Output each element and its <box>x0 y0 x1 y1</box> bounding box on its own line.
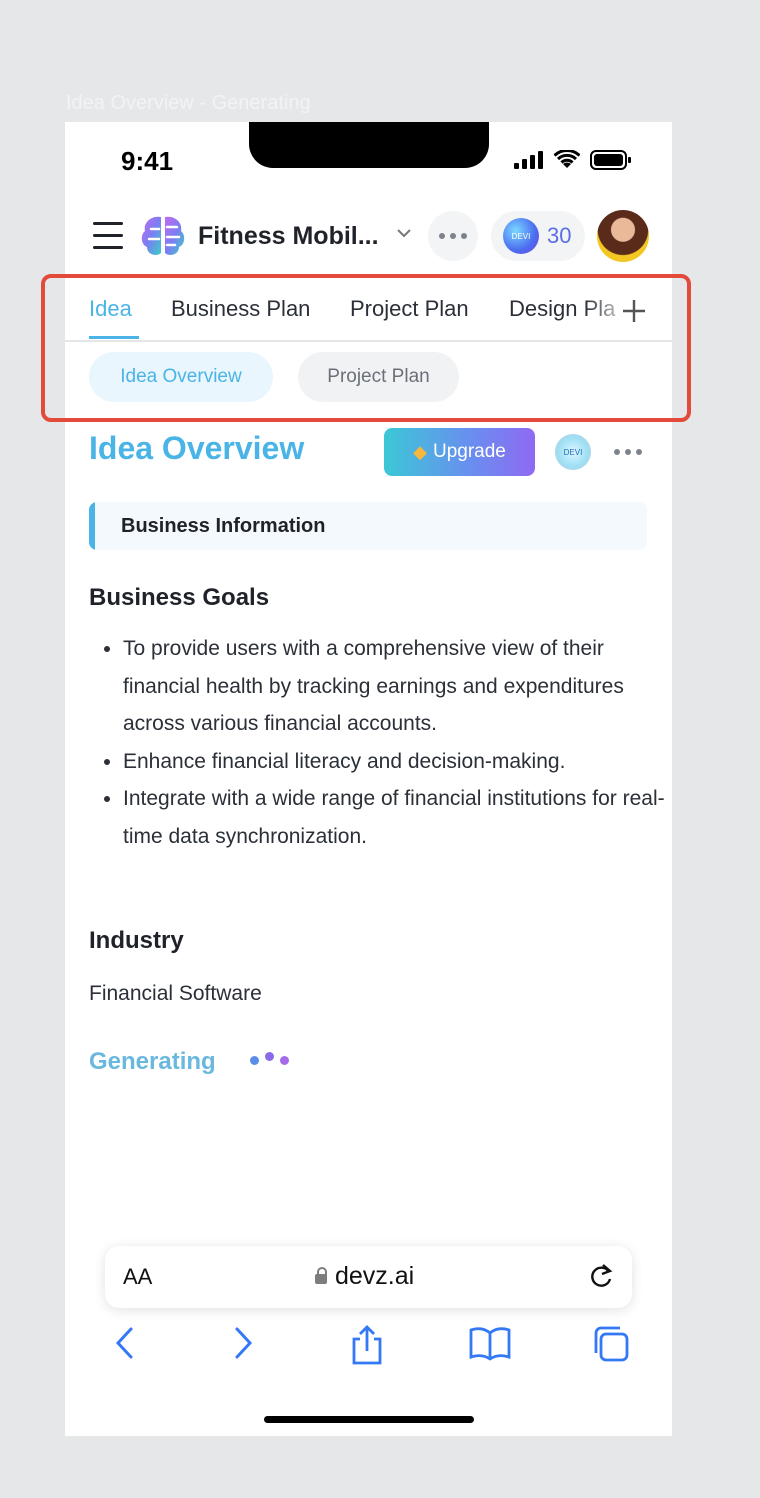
chevron-down-icon[interactable] <box>395 224 413 242</box>
device-notch <box>249 122 489 168</box>
section-title: Business Information <box>121 515 326 537</box>
devi-assistant-icon[interactable]: DEVI <box>555 434 591 470</box>
goals-heading: Business Goals <box>89 584 270 611</box>
content-more-icon[interactable] <box>614 449 642 455</box>
brain-logo-icon <box>141 216 185 255</box>
goals-list: To provide users with a comprehensive vi… <box>89 630 672 855</box>
app-header: Fitness Mobil... DEVI 30 <box>65 208 672 264</box>
status-icons <box>514 150 632 170</box>
lock-icon <box>315 1266 327 1284</box>
status-time: 9:41 <box>121 146 174 176</box>
gem-icon: ◆ <box>413 441 427 462</box>
project-name[interactable]: Fitness Mobil... <box>198 222 379 251</box>
url-display[interactable]: devz.ai <box>315 1262 414 1291</box>
section-accent-bar <box>89 502 95 550</box>
back-icon[interactable] <box>113 1325 137 1361</box>
ellipsis-icon <box>439 233 467 239</box>
tabs-icon[interactable] <box>592 1325 630 1363</box>
battery-icon <box>590 150 631 170</box>
home-indicator <box>264 1416 474 1423</box>
page-title: Idea Overview <box>89 430 305 466</box>
upgrade-button[interactable]: ◆ Upgrade <box>384 428 535 476</box>
text-size-button[interactable]: AA <box>123 1264 152 1290</box>
credits-badge[interactable]: DEVI 30 <box>491 211 585 261</box>
user-avatar[interactable] <box>597 210 649 262</box>
forward-icon[interactable] <box>231 1325 255 1361</box>
loading-dots-icon <box>250 1052 289 1065</box>
industry-heading: Industry <box>89 927 184 954</box>
upgrade-label: Upgrade <box>432 441 506 462</box>
wifi-icon <box>554 150 580 168</box>
cellular-signal-icon <box>514 151 543 169</box>
credit-count: 30 <box>547 223 572 248</box>
list-item: Enhance financial literacy and decision-… <box>123 743 672 781</box>
bookmarks-icon[interactable] <box>469 1325 511 1361</box>
browser-url-bar[interactable]: AA devz.ai <box>105 1246 632 1308</box>
generating-status: Generating <box>89 1048 216 1075</box>
frame-label: Idea Overview - Generating <box>66 92 311 114</box>
url-text: devz.ai <box>335 1262 415 1290</box>
reload-icon[interactable] <box>588 1262 614 1290</box>
share-icon[interactable] <box>350 1325 384 1365</box>
list-item: To provide users with a comprehensive vi… <box>123 630 672 743</box>
industry-value: Financial Software <box>89 982 262 1005</box>
list-item: Integrate with a wide range of financial… <box>123 780 672 855</box>
hamburger-menu-icon[interactable] <box>93 222 123 250</box>
section-header-card: Business Information <box>89 502 647 550</box>
devi-icon: DEVI <box>503 218 539 254</box>
highlight-box <box>41 274 691 422</box>
more-options-button[interactable] <box>428 211 478 261</box>
